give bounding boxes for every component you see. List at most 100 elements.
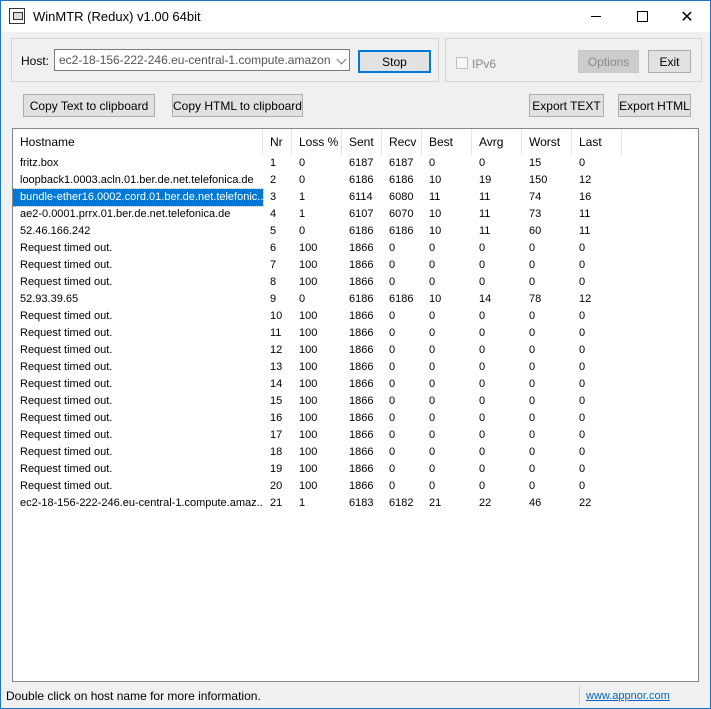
copy-html-button[interactable]: Copy HTML to clipboard <box>172 94 303 117</box>
table-row[interactable]: Request timed out. 13 100 1866 0 0 0 0 0 <box>13 359 698 376</box>
column-header-recv[interactable]: Recv <box>382 129 422 155</box>
cell-best: 0 <box>429 480 436 492</box>
cell-best: 0 <box>429 327 436 339</box>
status-separator <box>579 687 580 705</box>
export-text-button[interactable]: Export TEXT <box>529 94 604 117</box>
cell-hostname[interactable]: Request timed out. <box>13 325 263 342</box>
website-link[interactable]: www.appnor.com <box>586 690 670 702</box>
cell-nr: 3 <box>270 191 277 203</box>
table-row[interactable]: 52.93.39.65 9 0 6186 6186 10 14 78 12 <box>13 291 698 308</box>
cell-hostname[interactable]: fritz.box <box>13 155 263 172</box>
table-row[interactable]: fritz.box 1 0 6187 6187 0 0 15 0 <box>13 155 698 172</box>
maximize-button[interactable] <box>619 1 665 32</box>
cell-nr: 11 <box>270 327 282 339</box>
cell-hostname[interactable]: 52.93.39.65 <box>13 291 263 308</box>
options-button[interactable]: Options <box>578 50 639 73</box>
ipv6-checkbox[interactable] <box>456 57 468 69</box>
table-row[interactable]: Request timed out. 17 100 1866 0 0 0 0 0 <box>13 427 698 444</box>
table-row[interactable]: loopback1.0003.acln.01.ber.de.net.telefo… <box>13 172 698 189</box>
cell-hostname[interactable]: Request timed out. <box>13 376 263 393</box>
cell-hostname[interactable]: loopback1.0003.acln.01.ber.de.net.telefo… <box>13 172 263 189</box>
column-header-hostname[interactable]: Hostname <box>13 129 263 155</box>
cell-hostname[interactable]: Request timed out. <box>13 257 263 274</box>
table-row[interactable]: Request timed out. 12 100 1866 0 0 0 0 0 <box>13 342 698 359</box>
cell-hostname[interactable]: Request timed out. <box>13 342 263 359</box>
table-row[interactable]: Request timed out. 11 100 1866 0 0 0 0 0 <box>13 325 698 342</box>
cell-recv: 0 <box>389 276 396 288</box>
cell-loss: 100 <box>299 327 318 339</box>
host-input[interactable]: ec2-18-156-222-246.eu-central-1.compute.… <box>59 53 331 67</box>
table-row[interactable]: ae2-0.0001.prrx.01.ber.de.net.telefonica… <box>13 206 698 223</box>
cell-hostname[interactable]: Request timed out. <box>13 308 263 325</box>
table-row[interactable]: Request timed out. 8 100 1866 0 0 0 0 0 <box>13 274 698 291</box>
cell-best: 0 <box>429 276 436 288</box>
window-title: WinMTR (Redux) v1.00 64bit <box>33 9 201 24</box>
table-row[interactable]: 52.46.166.242 5 0 6186 6186 10 11 60 11 <box>13 223 698 240</box>
export-html-button[interactable]: Export HTML <box>618 94 691 117</box>
table-row[interactable]: bundle-ether16.0002.cord.01.ber.de.net.t… <box>13 188 698 207</box>
cell-hostname[interactable]: Request timed out. <box>13 240 263 257</box>
cell-last: 0 <box>579 412 586 424</box>
cell-sent: 1866 <box>349 242 374 254</box>
table-row[interactable]: Request timed out. 14 100 1866 0 0 0 0 0 <box>13 376 698 393</box>
column-header-best[interactable]: Best <box>422 129 472 155</box>
close-button[interactable]: ✕ <box>664 1 710 32</box>
cell-worst: 46 <box>529 497 542 509</box>
cell-worst: 0 <box>529 276 536 288</box>
cell-best: 0 <box>429 395 436 407</box>
cell-best: 0 <box>429 344 436 356</box>
cell-recv: 0 <box>389 361 396 373</box>
cell-recv: 6182 <box>389 497 414 509</box>
host-combobox[interactable]: ec2-18-156-222-246.eu-central-1.compute.… <box>54 49 350 71</box>
column-header-worst[interactable]: Worst <box>522 129 572 155</box>
cell-hostname[interactable]: Request timed out. <box>13 461 263 478</box>
cell-sent: 6187 <box>349 157 374 169</box>
exit-button[interactable]: Exit <box>648 50 691 73</box>
cell-last: 0 <box>579 242 586 254</box>
stop-button[interactable]: Stop <box>358 50 431 73</box>
table-row[interactable]: Request timed out. 6 100 1866 0 0 0 0 0 <box>13 240 698 257</box>
table-row[interactable]: Request timed out. 7 100 1866 0 0 0 0 0 <box>13 257 698 274</box>
cell-nr: 14 <box>270 378 283 390</box>
column-header-sent[interactable]: Sent <box>342 129 382 155</box>
cell-worst: 0 <box>529 259 536 271</box>
cell-hostname[interactable]: ec2-18-156-222-246.eu-central-1.compute.… <box>13 495 263 512</box>
column-header-avrg[interactable]: Avrg <box>472 129 522 155</box>
table-row[interactable]: Request timed out. 19 100 1866 0 0 0 0 0 <box>13 461 698 478</box>
cell-best: 21 <box>429 497 442 509</box>
title-bar[interactable]: WinMTR (Redux) v1.00 64bit ✕ <box>1 1 710 32</box>
cell-loss: 100 <box>299 276 318 288</box>
cell-nr: 5 <box>270 225 277 237</box>
cell-hostname[interactable]: Request timed out. <box>13 478 263 495</box>
cell-sent: 1866 <box>349 480 374 492</box>
column-header-nr[interactable]: Nr <box>263 129 292 155</box>
cell-hostname[interactable]: Request timed out. <box>13 410 263 427</box>
table-row[interactable]: Request timed out. 15 100 1866 0 0 0 0 0 <box>13 393 698 410</box>
cell-worst: 0 <box>529 463 536 475</box>
cell-hostname[interactable]: Request timed out. <box>13 359 263 376</box>
column-header-loss[interactable]: Loss % <box>292 129 342 155</box>
cell-hostname[interactable]: Request timed out. <box>13 274 263 291</box>
table-row[interactable]: Request timed out. 10 100 1866 0 0 0 0 0 <box>13 308 698 325</box>
cell-avrg: 0 <box>479 310 486 322</box>
table-row[interactable]: Request timed out. 18 100 1866 0 0 0 0 0 <box>13 444 698 461</box>
cell-sent: 1866 <box>349 378 374 390</box>
cell-hostname[interactable]: 52.46.166.242 <box>13 223 263 240</box>
cell-hostname[interactable]: Request timed out. <box>13 444 263 461</box>
minimize-button[interactable] <box>573 1 619 32</box>
cell-hostname[interactable]: ae2-0.0001.prrx.01.ber.de.net.telefonica… <box>13 206 263 223</box>
chevron-down-icon[interactable] <box>336 54 347 65</box>
table-row[interactable]: Request timed out. 16 100 1866 0 0 0 0 0 <box>13 410 698 427</box>
results-table[interactable]: Hostname Nr Loss % Sent Recv Best Avrg Worst Las… <box>12 128 699 682</box>
cell-last: 0 <box>579 310 586 322</box>
cell-hostname[interactable]: bundle-ether16.0002.cord.01.ber.de.net.t… <box>13 188 264 207</box>
cell-sent: 6183 <box>349 497 374 509</box>
cell-hostname[interactable]: Request timed out. <box>13 393 263 410</box>
copy-text-button[interactable]: Copy Text to clipboard <box>23 94 155 117</box>
table-row[interactable]: ec2-18-156-222-246.eu-central-1.compute.… <box>13 495 698 512</box>
cell-hostname[interactable]: Request timed out. <box>13 427 263 444</box>
app-icon[interactable] <box>9 8 25 24</box>
cell-loss: 0 <box>299 157 306 169</box>
column-header-last[interactable]: Last <box>572 129 622 155</box>
table-row[interactable]: Request timed out. 20 100 1866 0 0 0 0 0 <box>13 478 698 495</box>
